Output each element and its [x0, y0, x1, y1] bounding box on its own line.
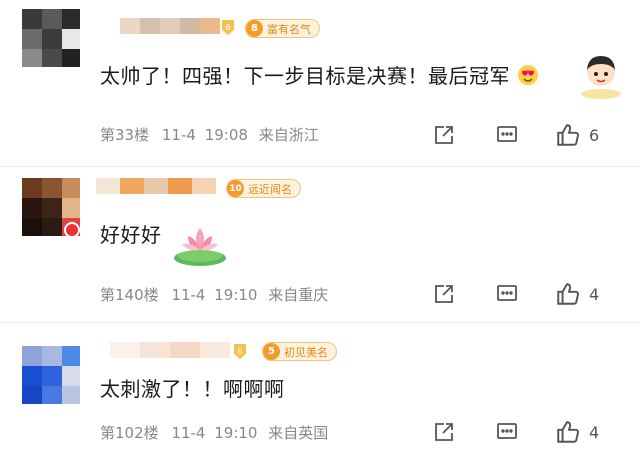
like-count: 6 — [589, 125, 600, 145]
comment-icon[interactable] — [495, 121, 519, 149]
cartoon-boy-sticker — [576, 50, 626, 100]
comment-item: 10 远近闻名 好好好 第140楼 11-4 19:10 来自重庆 4 — [0, 166, 640, 321]
like-button[interactable]: 6 — [555, 121, 599, 149]
comment-actions: 4 — [410, 418, 640, 448]
comment-actions: 4 — [410, 280, 640, 310]
comment-date: 11-4 — [161, 126, 196, 144]
lotus-emoji — [168, 220, 232, 268]
ip-location: 来自英国 — [268, 424, 329, 442]
fame-badge[interactable]: 8 富有名气 — [245, 19, 320, 38]
share-icon[interactable] — [432, 418, 456, 446]
username-blurred[interactable] — [96, 178, 216, 194]
comment-text: 太帅了！四强！下一步目标是决赛！最后冠军 — [100, 60, 539, 91]
badge-label: 远近闻名 — [248, 182, 292, 196]
comment-item: 6 5 初见美名 太刺激了！！啊啊啊 第102楼 11-4 19:10 来自英国… — [0, 322, 640, 461]
badge-label: 富有名气 — [267, 22, 311, 36]
like-count: 4 — [589, 284, 600, 304]
user-level-icon: 6 — [232, 342, 248, 360]
like-count: 4 — [589, 422, 600, 442]
svg-text:6: 6 — [225, 23, 230, 32]
heart-eyes-emoji — [517, 64, 539, 91]
thumbs-up-icon — [555, 281, 581, 307]
badge-level: 5 — [263, 343, 280, 360]
thumbs-up-icon — [555, 122, 581, 148]
comment-time: 19:10 — [214, 286, 258, 304]
thumbs-up-icon — [555, 419, 581, 445]
comment-icon[interactable] — [495, 280, 519, 308]
verified-icon — [64, 222, 80, 238]
comment-meta: 第102楼 11-4 19:10 来自英国 — [100, 422, 328, 443]
like-button[interactable]: 4 — [555, 418, 599, 446]
comment-text: 太刺激了！！啊啊啊 — [100, 377, 285, 401]
avatar[interactable] — [22, 346, 80, 404]
ip-location: 来自重庆 — [268, 286, 329, 304]
comment-date: 11-4 — [171, 286, 206, 304]
fame-badge[interactable]: 10 远近闻名 — [226, 179, 301, 198]
comment-time: 19:10 — [214, 424, 258, 442]
username-blurred[interactable] — [110, 342, 230, 358]
badge-label: 初见美名 — [284, 345, 328, 359]
fame-badge[interactable]: 5 初见美名 — [262, 342, 337, 361]
like-button[interactable]: 4 — [555, 280, 599, 308]
comment-icon[interactable] — [495, 418, 519, 446]
floor-number: 第33楼 — [100, 126, 150, 144]
share-icon[interactable] — [432, 280, 456, 308]
username-blurred[interactable] — [120, 18, 220, 34]
comment-actions: 6 — [410, 121, 640, 151]
comment-time: 19:08 — [204, 126, 248, 144]
comment-text: 好好好 — [100, 223, 162, 247]
floor-number: 第140楼 — [100, 286, 159, 304]
user-level-icon: 6 — [220, 18, 236, 36]
avatar[interactable] — [22, 9, 80, 67]
svg-text:6: 6 — [237, 347, 242, 356]
comment-date: 11-4 — [171, 424, 206, 442]
floor-number: 第102楼 — [100, 424, 159, 442]
badge-level: 10 — [227, 180, 244, 197]
badge-level: 8 — [246, 20, 263, 37]
comment-meta: 第140楼 11-4 19:10 来自重庆 — [100, 284, 328, 305]
share-icon[interactable] — [432, 121, 456, 149]
comment-meta: 第33楼 11-4 19:08 来自浙江 — [100, 124, 319, 145]
ip-location: 来自浙江 — [258, 126, 319, 144]
comment-item: 6 8 富有名气 太帅了！四强！下一步目标是决赛！最后冠军 第33楼 11-4 … — [0, 0, 640, 165]
